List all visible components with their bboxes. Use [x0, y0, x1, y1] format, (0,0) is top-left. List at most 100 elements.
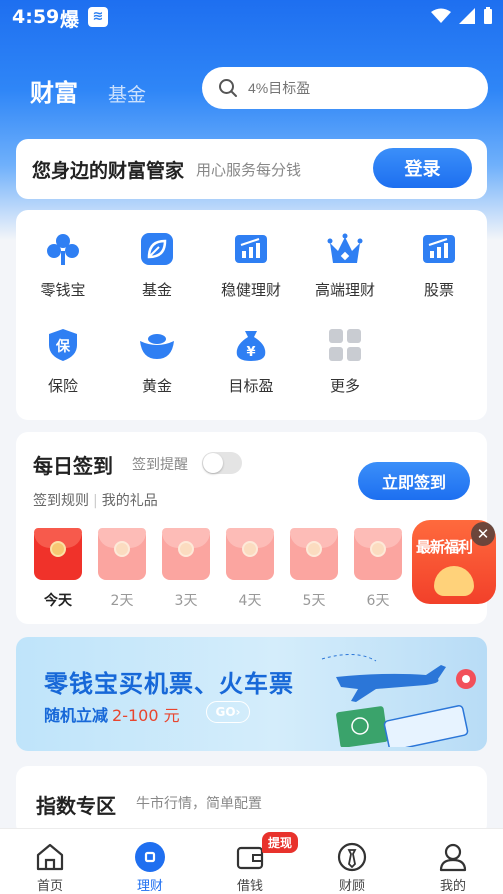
grid-item-insurance[interactable]: 保 保险 [16, 306, 110, 396]
login-button[interactable]: 登录 [373, 148, 472, 188]
wealth-icon [134, 841, 166, 873]
grid-label: 基金 [141, 281, 172, 299]
user-icon [437, 841, 469, 873]
fire-icon: 爆 [60, 9, 80, 31]
nav-wealth[interactable]: 理财 [100, 829, 200, 894]
grid-item-lingqianbao[interactable]: 零钱宝 [16, 210, 110, 300]
battery-icon [484, 7, 492, 24]
search-bar[interactable] [202, 67, 488, 109]
search-input[interactable] [248, 80, 448, 96]
signin-day-3[interactable]: 3天 [161, 528, 211, 610]
signin-title: 每日签到 [33, 454, 113, 478]
signin-now-button[interactable]: 立即签到 [358, 462, 470, 500]
signin-rules-link[interactable]: 签到规则 [33, 493, 89, 509]
home-icon [34, 841, 66, 873]
grid-item-gold[interactable]: 黄金 [110, 306, 204, 396]
ticket-banner[interactable]: 零钱宝买机票、火车票 随机立减 2-100 元 GO› [16, 637, 487, 751]
withdraw-badge: 提现 [262, 832, 299, 853]
airplane-ticket-illustration [321, 654, 476, 747]
search-icon [219, 79, 237, 97]
product-grid: 零钱宝 基金 稳健理财 高端理财 股票 保 保险 黄金 ¥ 目标盈 更多 [16, 210, 487, 420]
gold-ingot-icon [138, 326, 176, 363]
nav-label: 首页 [36, 879, 63, 894]
wifi-icon [431, 8, 451, 23]
red-envelope-icon [290, 528, 338, 580]
banner-title: 零钱宝买机票、火车票 [44, 670, 294, 698]
status-bar: 4:59 爆 ≋ [0, 0, 503, 34]
index-zone-subtitle: 牛市行情，简单配置 [136, 796, 262, 812]
notification-app-icon: ≋ [88, 7, 108, 27]
signin-day-label: 今天 [44, 593, 72, 609]
clover-icon [44, 230, 82, 267]
signin-day-6[interactable]: 6天 [353, 528, 403, 610]
signin-day-4[interactable]: 4天 [225, 528, 275, 610]
status-time: 4:59 [12, 6, 60, 28]
svg-text:保: 保 [55, 338, 71, 355]
signin-links: 签到规则 | 我的礼品 [33, 493, 158, 509]
signin-day-5[interactable]: 5天 [289, 528, 339, 610]
crown-icon [326, 230, 364, 267]
grid-label: 稳健理财 [220, 281, 281, 299]
banner-subtitle: 随机立减 [44, 706, 109, 725]
nav-home[interactable]: 首页 [0, 829, 100, 894]
grid-item-premium[interactable]: 高端理财 [298, 210, 392, 300]
grid-label: 高端理财 [314, 281, 375, 299]
nav-label: 借钱 [236, 879, 263, 894]
signin-day-label: 3天 [174, 593, 198, 609]
my-gifts-link[interactable]: 我的礼品 [102, 493, 158, 509]
red-envelope-icon [34, 528, 82, 580]
grid-label: 股票 [423, 281, 454, 299]
banner-subtitle-row: 随机立减 2-100 元 [44, 702, 180, 726]
signin-day-label: 4天 [238, 593, 262, 609]
grid-item-target[interactable]: ¥ 目标盈 [204, 306, 298, 396]
shield-icon: 保 [44, 326, 82, 363]
signin-day-label: 6天 [366, 593, 390, 609]
signin-remind-label: 签到提醒 [132, 457, 188, 473]
nav-label: 我的 [439, 879, 466, 894]
grid-item-stable[interactable]: 稳健理财 [204, 210, 298, 300]
stock-chart-icon [420, 230, 458, 267]
money-bag-icon: ¥ [232, 326, 270, 363]
red-envelope-icon [354, 528, 402, 580]
grid-label: 黄金 [141, 377, 172, 395]
welcome-title: 您身边的财富管家 [32, 159, 185, 182]
floating-promo-text: 最新福利 [416, 538, 473, 556]
svg-text:¥: ¥ [246, 345, 255, 360]
tab-fund[interactable]: 基金 [108, 80, 146, 107]
header-tabs: 财富 基金 [30, 73, 146, 108]
signal-icon [459, 8, 475, 24]
grid-label: 保险 [47, 377, 78, 395]
red-envelope-icon [162, 528, 210, 580]
tab-wealth[interactable]: 财富 [30, 73, 78, 108]
red-envelope-icon [98, 528, 146, 580]
banner-amount: 2-100 元 [112, 706, 180, 725]
nav-mine[interactable]: 我的 [403, 829, 503, 894]
grid-more-icon [326, 326, 364, 363]
signin-remind-toggle[interactable] [202, 452, 242, 474]
nav-label: 财顾 [338, 879, 365, 894]
grid-item-fund[interactable]: 基金 [110, 210, 204, 300]
nav-label: 理财 [136, 879, 163, 894]
signin-day-today[interactable]: 今天 [33, 528, 83, 610]
grid-label: 目标盈 [228, 377, 274, 395]
grid-label: 零钱宝 [40, 281, 86, 299]
close-icon[interactable]: ✕ [471, 522, 495, 546]
bar-chart-icon [232, 230, 270, 267]
bottom-nav: 首页 理财 借钱 财顾 我的 [0, 828, 503, 894]
red-envelope-icon [226, 528, 274, 580]
signin-day-label: 2天 [110, 593, 134, 609]
grid-item-stock[interactable]: 股票 [392, 210, 486, 300]
nav-advisor[interactable]: 财顾 [302, 829, 402, 894]
system-icons [431, 7, 493, 25]
advisor-icon [336, 841, 368, 873]
grid-item-more[interactable]: 更多 [298, 306, 392, 396]
signin-day-2[interactable]: 2天 [97, 528, 147, 610]
welcome-subtitle: 用心服务每分钱 [196, 160, 302, 179]
grid-label: 更多 [329, 377, 360, 395]
index-zone-title: 指数专区 [36, 794, 116, 818]
banner-go-button[interactable]: GO› [206, 701, 250, 723]
index-zone-card[interactable]: 指数专区 牛市行情，简单配置 [16, 766, 487, 836]
gift-icon [434, 566, 474, 596]
welcome-card: 您身边的财富管家 用心服务每分钱 登录 [16, 139, 487, 199]
leaf-icon [138, 230, 176, 267]
